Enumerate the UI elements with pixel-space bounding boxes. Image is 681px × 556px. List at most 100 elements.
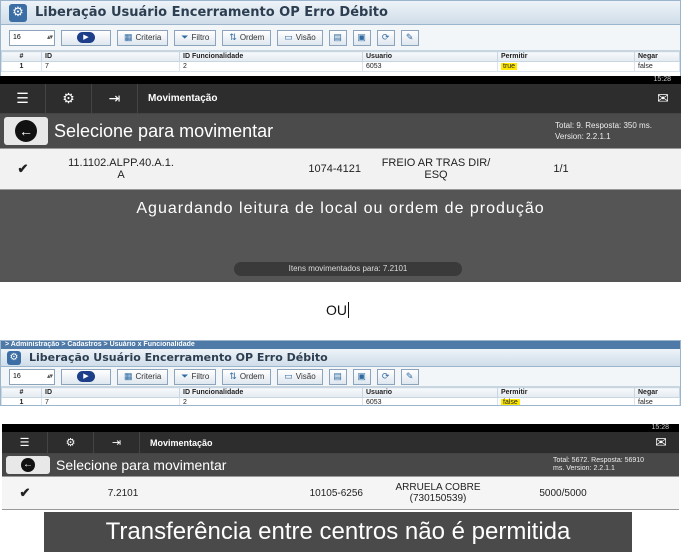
web-title: Liberação Usuário Encerramento OP Erro D… — [35, 5, 388, 20]
permitir-value: false — [501, 399, 520, 406]
cell-id: 7 — [41, 61, 180, 72]
mail-button[interactable]: ✉ — [643, 432, 679, 453]
exit-icon: ⇥ — [108, 90, 121, 106]
refresh-button[interactable]: ⟳ — [376, 29, 395, 46]
col-header[interactable]: Negar — [634, 51, 680, 62]
item-reference: 10105-6256 — [309, 487, 363, 499]
selection-bar: ← Selecione para movimentar Total: 5672.… — [2, 454, 679, 476]
spreadsheet-icon: ▤ — [333, 32, 342, 42]
page-size-spinner[interactable]: 16 — [9, 368, 55, 385]
app-panel-bottom: 15:28 ☰ ⚙ ⇥ Movimentação ✉ ← Selecione p… — [2, 424, 679, 510]
filter-button[interactable]: ⏷ Filtro — [174, 368, 217, 385]
gear-icon: ⚙ — [65, 437, 76, 449]
edit-button[interactable]: ✎ — [400, 29, 419, 46]
settings-button[interactable]: ⚙ — [46, 84, 92, 113]
item-quantity: 1/1 — [553, 163, 569, 175]
sort-icon: ⇅ — [229, 32, 237, 42]
spreadsheet-icon: ▤ — [333, 371, 342, 381]
col-header[interactable]: ID Funcionalidade — [179, 51, 363, 62]
list-item[interactable]: ✔ 11.1102.ALPP.40.A.1. A 1074-4121 FREIO… — [0, 148, 681, 190]
row-number: 1 — [1, 61, 42, 72]
cell-usuario: 6053 — [362, 61, 498, 72]
view-button[interactable]: ▭ Visão — [277, 29, 323, 46]
waiting-message: Aguardando leitura de local ou ordem de … — [136, 200, 545, 217]
filter-label: Filtro — [191, 372, 210, 381]
back-button[interactable]: ← — [6, 456, 50, 474]
app-panel-top: 15:28 ☰ ⚙ ⇥ Movimentação ✉ ← Selecione p… — [0, 76, 681, 282]
col-header[interactable]: Permitir — [497, 387, 635, 398]
back-button[interactable]: ← — [4, 117, 48, 145]
grid-header-row: # ID ID Funcionalidade Usuario Permitir … — [1, 387, 680, 398]
excel-button[interactable]: ▤ — [328, 368, 347, 385]
edit-icon: ✎ — [405, 371, 414, 381]
run-button[interactable]: ▶ — [61, 368, 111, 385]
filter-label: Filtro — [191, 33, 210, 42]
screen-title: Movimentação — [150, 437, 213, 448]
envelope-icon: ✉ — [657, 90, 669, 106]
edit-icon: ✎ — [405, 32, 414, 42]
menu-button[interactable]: ☰ — [2, 432, 48, 453]
col-header[interactable]: Permitir — [497, 51, 635, 62]
selection-label: Selecione para movimentar — [54, 120, 274, 141]
save-button[interactable]: ▣ — [352, 29, 371, 46]
item-reference: 1074-4121 — [308, 163, 361, 175]
action-bar: ☰ ⚙ ⇥ Movimentação ✉ — [0, 84, 681, 114]
col-header[interactable]: # — [1, 51, 42, 62]
web-panel-bottom: > Administração > Cadastros > Usuário x … — [0, 340, 681, 406]
criteria-button[interactable]: ▦ Criteria — [117, 368, 169, 385]
criteria-button[interactable]: ▦ Criteria — [117, 29, 169, 46]
criteria-icon: ▦ — [124, 32, 133, 42]
list-item[interactable]: ✔ 7.2101 10105-6256 ARRUELA COBRE (73015… — [2, 476, 679, 510]
page-size-spinner[interactable]: 16 — [9, 29, 55, 46]
logout-button[interactable]: ⇥ — [92, 84, 138, 113]
meta-version: ms. Version: 2.2.1.1 — [553, 465, 615, 472]
web-title-bar: ⚙ Liberação Usuário Encerramento OP Erro… — [1, 1, 680, 25]
view-label: Visão — [295, 33, 316, 42]
logout-button[interactable]: ⇥ — [94, 432, 140, 453]
play-icon: ▶ — [77, 32, 95, 43]
response-meta: Total: 5672. Resposta: 56910 ms. Version… — [553, 457, 671, 473]
play-icon: ▶ — [77, 371, 95, 382]
col-header[interactable]: Usuario — [362, 51, 498, 62]
cell-negar: false — [634, 397, 680, 405]
cell-funcionalidade: 2 — [179, 61, 363, 72]
table-row[interactable]: 1 7 2 6053 false false — [1, 397, 680, 406]
excel-button[interactable]: ▤ — [328, 29, 347, 46]
settings-icon: ⚙ — [7, 350, 21, 365]
save-button[interactable]: ▣ — [352, 368, 371, 385]
response-meta: Total: 9. Resposta: 350 ms. Version: 2.2… — [555, 120, 673, 142]
action-bar: ☰ ⚙ ⇥ Movimentação ✉ — [2, 432, 679, 454]
edit-button[interactable]: ✎ — [400, 368, 419, 385]
col-header[interactable]: Usuario — [362, 387, 498, 398]
order-button[interactable]: ⇅ Ordem — [222, 29, 272, 46]
filter-button[interactable]: ⏷ Filtro — [174, 29, 217, 46]
settings-button[interactable]: ⚙ — [48, 432, 94, 453]
back-arrow-icon: ← — [21, 458, 35, 472]
table-row[interactable]: 1 7 2 6053 true false — [1, 61, 680, 72]
settings-icon: ⚙ — [9, 3, 27, 22]
item-code: 7.2101 — [107, 487, 139, 499]
col-header[interactable]: # — [1, 387, 42, 398]
order-button[interactable]: ⇅ Ordem — [222, 368, 272, 385]
list-icon: ☰ — [19, 437, 30, 449]
item-code: 11.1102.ALPP.40.A.1. A — [68, 157, 174, 181]
mail-button[interactable]: ✉ — [645, 84, 681, 113]
view-button[interactable]: ▭ Visão — [277, 368, 323, 385]
cell-negar: false — [634, 61, 680, 72]
permitir-value: true — [501, 63, 518, 70]
col-header[interactable]: ID Funcionalidade — [179, 387, 363, 398]
refresh-button[interactable]: ⟳ — [376, 368, 395, 385]
menu-button[interactable]: ☰ — [0, 84, 46, 113]
col-header[interactable]: Negar — [634, 387, 680, 398]
breadcrumb[interactable]: > Administração > Cadastros > Usuário x … — [1, 341, 680, 349]
web-toolbar: 16 ▶ ▦Criteria ⏷Filtro ⇅Ordem ▭Visão ▤ ▣… — [1, 367, 680, 387]
screen-title: Movimentação — [148, 93, 218, 104]
col-header[interactable]: ID — [41, 51, 180, 62]
web-toolbar: 16 ▶ ▦Criteria ⏷Filtro ⇅Ordem ▭Visão ▤ ▣… — [1, 25, 680, 51]
web-title-bar: ⚙ Liberação Usuário Encerramento OP Erro… — [1, 349, 680, 367]
col-header[interactable]: ID — [41, 387, 180, 398]
view-label: Visão — [295, 372, 316, 381]
funnel-icon: ⏷ — [181, 371, 189, 381]
run-button[interactable]: ▶ — [61, 29, 111, 46]
save-icon: ▣ — [357, 371, 366, 381]
